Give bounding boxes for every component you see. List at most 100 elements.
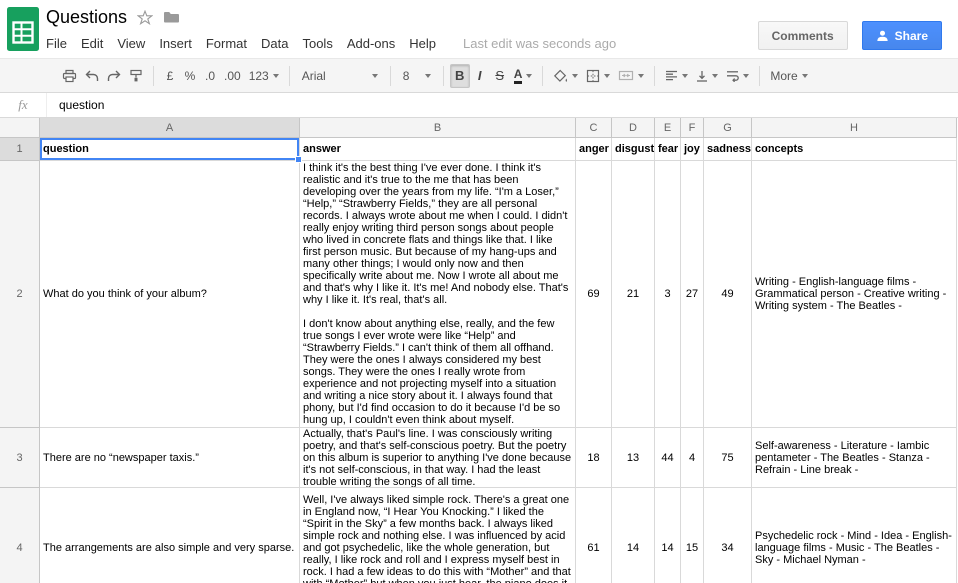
row-header-3[interactable]: 3 bbox=[0, 428, 40, 488]
menu-format[interactable]: Format bbox=[199, 33, 254, 54]
text-wrap-icon bbox=[727, 70, 740, 82]
cell-A2[interactable]: What do you think of your album? bbox=[40, 161, 300, 428]
font-size-dropdown[interactable]: 8 bbox=[397, 64, 437, 88]
cell-B2[interactable]: I think it's the best thing I've ever do… bbox=[300, 161, 576, 428]
menu-insert[interactable]: Insert bbox=[152, 33, 199, 54]
cell-E4[interactable]: 14 bbox=[655, 488, 681, 583]
star-icon[interactable] bbox=[137, 9, 154, 25]
menu-view[interactable]: View bbox=[110, 33, 152, 54]
cell-C1[interactable]: anger bbox=[576, 138, 612, 161]
cell-G4[interactable]: 34 bbox=[704, 488, 752, 583]
cell-D1[interactable]: disgust bbox=[612, 138, 655, 161]
redo-button[interactable] bbox=[103, 64, 125, 88]
italic-button[interactable]: I bbox=[470, 64, 490, 88]
chevron-down-icon bbox=[424, 73, 431, 78]
font-family-label: Arial bbox=[301, 68, 326, 83]
cell-F1[interactable]: joy bbox=[681, 138, 704, 161]
comments-button-label: Comments bbox=[771, 28, 834, 43]
chevron-down-icon bbox=[712, 73, 719, 78]
percent-format-button[interactable]: % bbox=[180, 64, 200, 88]
menu-data[interactable]: Data bbox=[254, 33, 295, 54]
spreadsheet-grid: A B C D E F G H 1 question answer anger disgust fear j… bbox=[0, 118, 958, 583]
align-left-icon bbox=[666, 70, 678, 81]
cell-A1[interactable]: question bbox=[40, 138, 302, 163]
row-header-4[interactable]: 4 bbox=[0, 488, 40, 583]
font-family-dropdown[interactable]: Arial bbox=[296, 64, 384, 88]
toolbar-separator bbox=[442, 65, 444, 86]
cell-E1[interactable]: fear bbox=[655, 138, 681, 161]
cell-A4[interactable]: The arrangements are also simple and ver… bbox=[40, 488, 300, 583]
chevron-down-icon bbox=[526, 73, 533, 78]
cell-D4[interactable]: 14 bbox=[612, 488, 655, 583]
vertical-align-button[interactable] bbox=[692, 64, 722, 88]
menu-file[interactable]: File bbox=[39, 33, 74, 54]
column-header-D[interactable]: D bbox=[612, 118, 655, 138]
increase-decimal-button[interactable]: .00 bbox=[220, 64, 245, 88]
title-menu-column: Questions File Edit View Insert Format D… bbox=[46, 0, 758, 58]
cell-C3[interactable]: 18 bbox=[576, 428, 612, 488]
paint-format-button[interactable] bbox=[125, 64, 147, 88]
more-button[interactable]: More bbox=[766, 64, 811, 88]
cell-D2[interactable]: 21 bbox=[612, 161, 655, 428]
cell-G1[interactable]: sadness bbox=[704, 138, 752, 161]
cell-G3[interactable]: 75 bbox=[704, 428, 752, 488]
column-header-E[interactable]: E bbox=[655, 118, 681, 138]
cell-C4[interactable]: 61 bbox=[576, 488, 612, 583]
select-all-corner[interactable] bbox=[0, 118, 40, 138]
share-button[interactable]: Share bbox=[861, 21, 942, 50]
font-size-label: 8 bbox=[402, 68, 410, 83]
cell-E3[interactable]: 44 bbox=[655, 428, 681, 488]
currency-format-button[interactable]: £ bbox=[160, 64, 180, 88]
cell-F4[interactable]: 15 bbox=[681, 488, 704, 583]
cell-H3[interactable]: Self-awareness - Literature - Iambic pen… bbox=[752, 428, 957, 488]
decrease-decimal-button[interactable]: .0 bbox=[200, 64, 220, 88]
cell-H1[interactable]: concepts bbox=[752, 138, 957, 161]
menu-help[interactable]: Help bbox=[402, 33, 443, 54]
topbar-actions: Comments Share bbox=[757, 0, 958, 58]
cell-C2[interactable]: 69 bbox=[576, 161, 612, 428]
cell-H4[interactable]: Psychedelic rock - Mind - Idea - English… bbox=[752, 488, 957, 583]
column-header-C[interactable]: C bbox=[576, 118, 612, 138]
cell-B4[interactable]: Well, I've always liked simple rock. The… bbox=[300, 488, 576, 583]
cell-E2[interactable]: 3 bbox=[655, 161, 681, 428]
text-wrap-button[interactable] bbox=[722, 64, 753, 88]
cell-B1[interactable]: answer bbox=[300, 138, 576, 161]
undo-button[interactable] bbox=[81, 64, 103, 88]
document-title[interactable]: Questions bbox=[46, 7, 127, 28]
cell-D3[interactable]: 13 bbox=[612, 428, 655, 488]
printer-icon bbox=[62, 69, 77, 82]
number-format-dropdown[interactable]: 123 bbox=[245, 64, 283, 88]
column-header-G[interactable]: G bbox=[704, 118, 752, 138]
menu-tools[interactable]: Tools bbox=[295, 33, 339, 54]
row-header-1[interactable]: 1 bbox=[0, 138, 40, 161]
row-header-2[interactable]: 2 bbox=[0, 161, 40, 428]
last-edit-status[interactable]: Last edit was seconds ago bbox=[463, 36, 616, 51]
column-header-H[interactable]: H bbox=[752, 118, 957, 138]
cell-B3[interactable]: Actually, that's Paul's line. I was cons… bbox=[300, 428, 576, 488]
comments-button[interactable]: Comments bbox=[757, 21, 848, 50]
bold-button[interactable]: B bbox=[449, 63, 470, 88]
cell-A3[interactable]: There are no “newspaper taxis.” bbox=[40, 428, 300, 488]
cell-F2[interactable]: 27 bbox=[681, 161, 704, 428]
formula-input[interactable]: question bbox=[46, 93, 958, 117]
chevron-down-icon bbox=[572, 73, 579, 78]
strikethrough-button[interactable]: S bbox=[490, 64, 510, 88]
text-color-button[interactable]: A bbox=[510, 64, 537, 88]
horizontal-align-button[interactable] bbox=[661, 64, 692, 88]
menu-edit[interactable]: Edit bbox=[74, 33, 110, 54]
column-header-A[interactable]: A bbox=[40, 118, 300, 138]
merge-cells-button[interactable] bbox=[614, 64, 648, 88]
undo-icon bbox=[85, 70, 99, 81]
cell-F3[interactable]: 4 bbox=[681, 428, 704, 488]
column-header-F[interactable]: F bbox=[681, 118, 704, 138]
fill-color-button[interactable] bbox=[549, 64, 582, 88]
print-button[interactable] bbox=[58, 64, 81, 88]
move-to-folder-icon[interactable] bbox=[163, 11, 180, 23]
cell-G2[interactable]: 49 bbox=[704, 161, 752, 428]
menu-addons[interactable]: Add-ons bbox=[340, 33, 402, 54]
borders-button[interactable] bbox=[582, 64, 614, 88]
column-header-B[interactable]: B bbox=[300, 118, 576, 138]
more-label: More bbox=[770, 68, 798, 83]
borders-icon bbox=[587, 69, 600, 82]
cell-H2[interactable]: Writing - English-language films - Gramm… bbox=[752, 161, 957, 428]
